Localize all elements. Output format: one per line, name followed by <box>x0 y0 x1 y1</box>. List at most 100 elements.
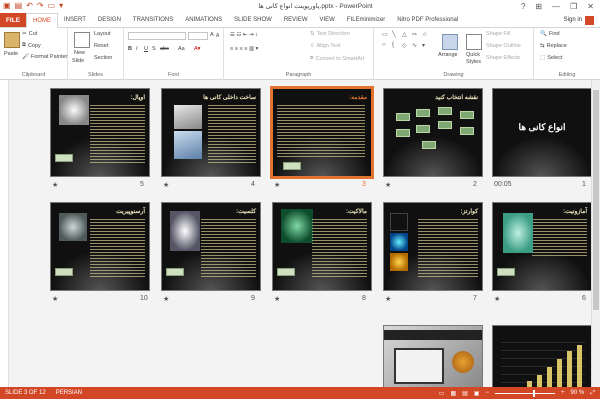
slide-number: 8 <box>362 295 366 302</box>
line-shape-icon: ╲ <box>392 32 396 38</box>
normal-view-icon[interactable]: ▭ <box>439 390 445 397</box>
file-tab[interactable]: FILE <box>0 13 26 27</box>
tab-home[interactable]: HOME <box>26 13 58 28</box>
new-slide-label2[interactable]: Slide <box>72 58 84 64</box>
paste-icon[interactable] <box>4 32 20 48</box>
tab-slide-show[interactable]: SLIDE SHOW <box>228 13 278 27</box>
slide-counter: SLIDE 3 OF 12 <box>5 390 46 396</box>
slide-sorter-view-icon[interactable]: ▦ <box>450 390 456 397</box>
fit-to-window-icon[interactable]: ⤢ <box>590 390 595 397</box>
slide-thumbnail-5[interactable]: اوپال: <box>50 88 150 177</box>
italic-button[interactable]: I <box>136 46 138 52</box>
grow-font-button[interactable]: A <box>210 32 214 38</box>
powerpoint-app-icon[interactable]: ▣ <box>3 2 11 10</box>
shape-effects-button[interactable]: Shape Effects <box>486 55 520 61</box>
slide-thumbnail-7[interactable]: کوارتز: <box>383 202 483 291</box>
user-avatar-icon[interactable] <box>585 15 594 25</box>
align-icons[interactable]: ≡ ≡ ≡ ≡ ▥ ▾ <box>230 46 258 52</box>
convert-smartart-button[interactable]: ⧈ Convert to SmartArt <box>310 55 364 62</box>
scrollbar-thumb[interactable] <box>593 90 599 310</box>
brace-shape-icon: { <box>392 42 395 48</box>
arrange-button[interactable]: Arrange <box>438 52 458 58</box>
animation-star-icon: ★ <box>52 296 59 303</box>
close-button[interactable]: ✕ <box>587 2 594 11</box>
help-button[interactable]: ? <box>521 2 525 11</box>
reset-button[interactable]: Reset <box>94 43 108 49</box>
align-text-button[interactable]: ⇳ Align Text <box>310 43 340 49</box>
strikethrough-button[interactable]: abc <box>160 46 169 52</box>
animation-star-icon: ★ <box>163 182 170 189</box>
slide-thumbnail-3[interactable]: مقدمه: <box>270 86 374 179</box>
start-slideshow-icon[interactable]: ▭ <box>48 2 56 10</box>
font-label: Font <box>167 72 179 78</box>
tab-animations[interactable]: ANIMATIONS <box>179 13 228 27</box>
shape-fill-button[interactable]: Shape Fill <box>486 31 510 37</box>
tab-fileminimizer[interactable]: FILEminimizer <box>341 13 391 27</box>
new-slide-icon[interactable] <box>74 32 90 48</box>
slide-thumbnail-4[interactable]: ساخت داخلی کانی ها <box>161 88 261 177</box>
bold-button[interactable]: B <box>128 46 132 52</box>
find-button[interactable]: 🔍 Find <box>540 31 560 37</box>
slide-thumbnail-2[interactable]: نقشه انتخاب کنید <box>383 88 483 177</box>
vertical-scrollbar[interactable] <box>591 80 600 387</box>
bullets-icon[interactable]: ☰ ☷ ⇤ ⇥ ↕ <box>230 32 258 38</box>
sign-in-link[interactable]: Sign in <box>564 17 582 23</box>
tab-transitions[interactable]: TRANSITIONS <box>127 13 179 27</box>
quick-styles-icon[interactable] <box>466 34 482 50</box>
slide-title: اوپال: <box>130 95 145 101</box>
font-color-button[interactable]: A▾ <box>194 46 200 52</box>
change-case-button[interactable]: Aa <box>178 46 185 52</box>
slide-title: انواع کانی ها <box>518 122 566 132</box>
font-size-combo[interactable] <box>188 32 208 40</box>
zoom-in-button[interactable]: + <box>561 390 565 396</box>
section-button[interactable]: Section <box>94 55 112 61</box>
copy-button[interactable]: ⧉ Copy <box>22 42 41 49</box>
reading-view-icon[interactable]: ▤ <box>462 390 468 397</box>
select-button[interactable]: ⬚ Select <box>540 55 563 61</box>
arrange-icon[interactable] <box>442 34 458 50</box>
zoom-out-button[interactable]: − <box>485 390 489 396</box>
paste-button[interactable]: Paste <box>4 51 18 57</box>
tab-review[interactable]: REVIEW <box>278 13 314 27</box>
underline-button[interactable]: U <box>144 46 148 52</box>
shape-outline-button[interactable]: Shape Outline <box>486 43 521 49</box>
zoom-slider-thumb[interactable] <box>532 389 535 397</box>
zoom-level[interactable]: 90 % <box>571 390 585 396</box>
cut-button[interactable]: ✂ Cut <box>22 31 37 37</box>
text-direction-button[interactable]: ⇅ Text Direction <box>310 31 350 37</box>
slide-timing: 00:05 <box>494 181 512 188</box>
brush-icon: 🖌 <box>22 54 29 60</box>
font-name-combo[interactable] <box>128 32 186 40</box>
quick-styles-label2[interactable]: Styles <box>466 59 481 65</box>
ribbon-display-icon[interactable]: ⊞ <box>535 2 542 11</box>
slideshow-view-icon[interactable]: ▣ <box>474 390 480 397</box>
layout-button[interactable]: Layout <box>94 31 111 37</box>
quick-styles-button[interactable]: Quick <box>466 52 480 58</box>
restore-button[interactable]: ❐ <box>570 2 577 11</box>
customize-qat-icon[interactable]: ▾ <box>59 2 63 10</box>
tab-view[interactable]: VIEW <box>314 13 341 27</box>
replace-button[interactable]: ⇆ Replace <box>540 43 567 49</box>
format-painter-button[interactable]: 🖌 Format Painter <box>22 54 67 60</box>
slide-thumbnail-1[interactable]: انواع کانی ها <box>492 88 592 177</box>
undo-icon[interactable]: ↶ <box>26 2 33 10</box>
tab-nitro-pdf[interactable]: Nitro PDF Professional <box>391 13 464 27</box>
slide-title: مقدمه: <box>349 95 367 101</box>
language-indicator[interactable]: PERSIAN <box>56 390 82 396</box>
slide-number: 5 <box>140 181 144 188</box>
new-slide-button[interactable]: New <box>74 50 85 56</box>
slide-thumbnail-10[interactable]: آرسنوپیریت <box>50 202 150 291</box>
tab-design[interactable]: DESIGN <box>92 13 127 27</box>
zoom-slider[interactable] <box>494 389 555 397</box>
slide-number: 6 <box>582 295 586 302</box>
slide-thumbnail-8[interactable]: مالاکیت: <box>272 202 372 291</box>
slide-thumbnail-9[interactable]: کلسیت: <box>161 202 261 291</box>
redo-icon[interactable]: ↷ <box>37 2 44 10</box>
shrink-font-button[interactable]: A <box>216 33 219 39</box>
save-icon[interactable]: ▤ <box>15 2 23 10</box>
minimize-button[interactable]: — <box>552 2 560 11</box>
slide-thumbnail-6[interactable]: آمازونیت: <box>492 202 592 291</box>
shadow-button[interactable]: S <box>152 46 156 52</box>
tab-insert[interactable]: INSERT <box>58 13 92 27</box>
shapes-gallery[interactable]: ▭ ╲ △ ⇨ ☆ ○ { ◇ ∿ ▾ <box>382 31 438 67</box>
